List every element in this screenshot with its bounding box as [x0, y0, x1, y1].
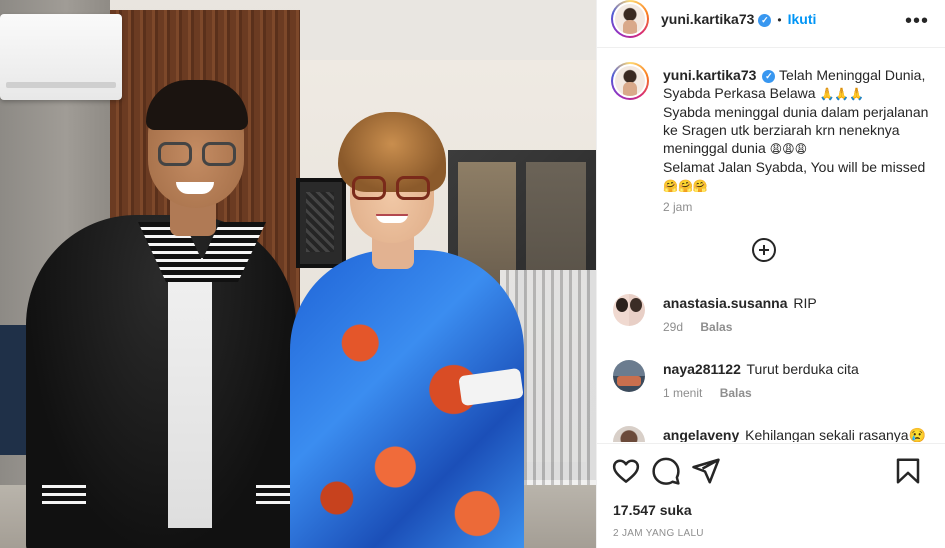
- comment-text: angelaveny Kehilangan sekali rasanya😢: [663, 426, 926, 442]
- author-avatar[interactable]: [611, 0, 649, 38]
- woman-glasses: [352, 176, 432, 202]
- post-timestamp[interactable]: 2 JAM YANG LALU: [613, 528, 704, 539]
- header-divider: [597, 47, 945, 48]
- man-smile: [176, 182, 214, 194]
- comment-time: 1 menit: [663, 386, 703, 400]
- caption-avatar-image: [615, 66, 645, 96]
- comment-avatar[interactable]: [613, 426, 645, 442]
- comment-clip: angelaveny Kehilangan sekali rasanya😢: [597, 426, 945, 442]
- verified-badge-icon: ✓: [758, 14, 772, 27]
- post-header: yuni.kartika73 ✓ • Ikuti: [661, 11, 816, 29]
- comment-icon[interactable]: [651, 456, 681, 486]
- likes-count[interactable]: 17.547 suka: [613, 502, 692, 518]
- caption-emoji-2: 😩😩😩: [769, 142, 808, 156]
- comment-username[interactable]: anastasia.susanna: [663, 295, 788, 311]
- reply-button[interactable]: Balas: [720, 386, 752, 400]
- comment-avatar[interactable]: [613, 294, 645, 326]
- caption-username[interactable]: yuni.kartika73: [663, 67, 756, 83]
- comment-text: naya281122 Turut berduka cita: [663, 360, 859, 378]
- separator-dot: •: [777, 13, 782, 27]
- comment-time: 29d: [663, 320, 684, 334]
- comment-username[interactable]: angelaveny: [663, 427, 739, 442]
- author-username[interactable]: yuni.kartika73: [661, 11, 754, 27]
- comment-body: RIP: [793, 295, 817, 311]
- man-shirt: [168, 258, 212, 528]
- man-glasses: [158, 142, 238, 168]
- wall-art: [296, 178, 346, 268]
- comment-body: Turut berduka cita: [746, 361, 859, 377]
- comment-text: anastasia.susanna RIP: [663, 294, 817, 312]
- paper-plane-icon[interactable]: [691, 456, 721, 486]
- verified-badge-icon: ✓: [762, 70, 776, 83]
- comment-avatar[interactable]: [613, 360, 645, 392]
- post-caption: yuni.kartika73 ✓ Telah Meninggal Dunia, S…: [663, 66, 931, 195]
- caption-line-3: Selamat Jalan Syabda, You will be missed: [663, 159, 926, 175]
- reply-button[interactable]: Balas: [700, 320, 732, 334]
- action-bar: [597, 456, 945, 490]
- caption-time: 2 jam: [663, 200, 693, 214]
- bookmark-icon[interactable]: [893, 456, 923, 486]
- caption-avatar[interactable]: [611, 62, 649, 100]
- man-cuff-left: [42, 480, 86, 504]
- author-avatar-image: [615, 4, 645, 34]
- follow-button[interactable]: Ikuti: [788, 11, 817, 27]
- ceiling: [300, 0, 596, 60]
- comment-body: Kehilangan sekali rasanya😢: [745, 427, 927, 442]
- heart-icon[interactable]: [611, 456, 641, 486]
- caption-emoji-3: 🤗🤗🤗: [663, 179, 708, 193]
- more-options-icon[interactable]: •••: [905, 10, 929, 33]
- caption-emoji-1: 🙏🙏🙏: [819, 87, 865, 101]
- post-photo[interactable]: [0, 0, 596, 548]
- woman-smile: [376, 214, 408, 223]
- post-side-panel: yuni.kartika73 ✓ • Ikuti ••• yuni.kartika73…: [596, 0, 945, 548]
- comment-meta: 29d Balas: [663, 320, 746, 334]
- plus-circle-icon[interactable]: [752, 238, 776, 262]
- comment-username[interactable]: naya281122: [663, 361, 741, 377]
- actions-divider: [597, 443, 945, 444]
- comment-meta: 1 menit Balas: [663, 386, 766, 400]
- air-conditioner: [0, 14, 122, 100]
